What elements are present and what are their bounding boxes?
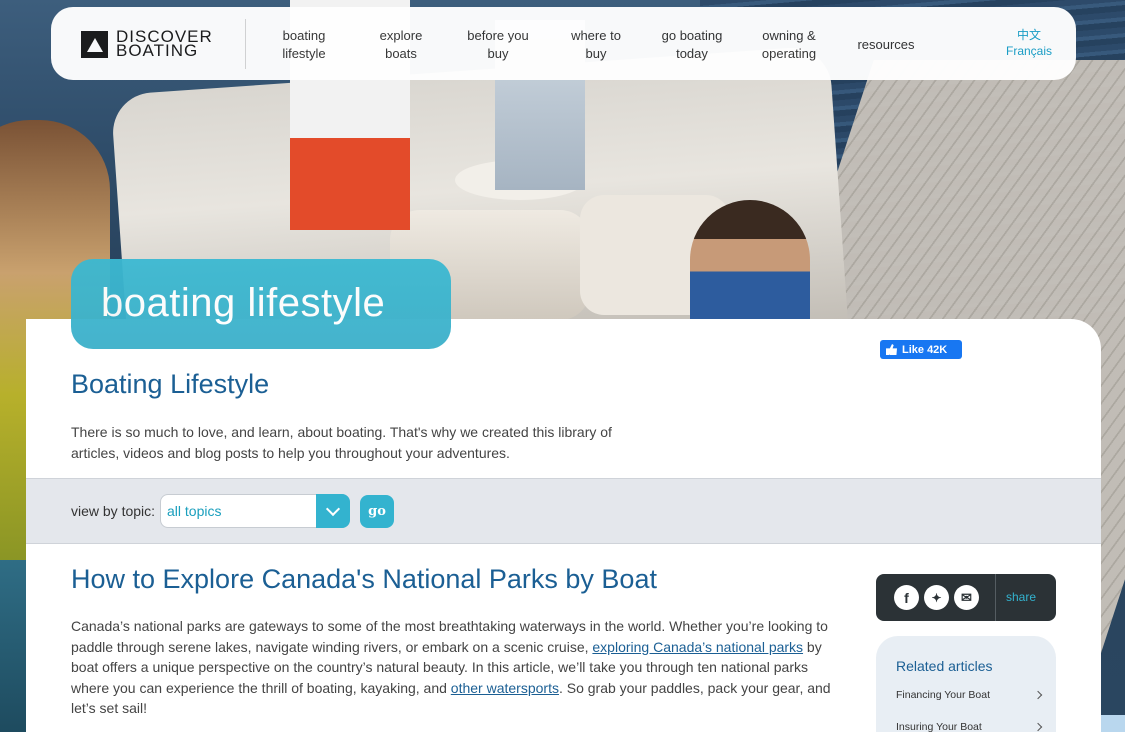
lang-chinese-link[interactable]: 中文 bbox=[1006, 27, 1052, 43]
share-box: f ✦ ✉ share bbox=[876, 574, 1056, 621]
facebook-icon[interactable]: f bbox=[894, 585, 919, 610]
topic-filter-label: view by topic: bbox=[71, 503, 156, 519]
related-article-label: Insuring Your Boat bbox=[896, 721, 982, 732]
related-articles-panel: Related articles Financing Your Boat Ins… bbox=[876, 636, 1056, 732]
nav-item-where-to-buy[interactable]: where to buy bbox=[561, 27, 631, 63]
page-title: Boating Lifestyle bbox=[71, 369, 270, 399]
chevron-right-icon bbox=[1033, 722, 1043, 732]
nav-item-before-you-buy[interactable]: before you buy bbox=[459, 27, 537, 63]
article-body: Canada’s national parks are gateways to … bbox=[71, 616, 831, 719]
related-articles-heading: Related articles bbox=[896, 658, 993, 674]
article-link-other-watersports[interactable]: other watersports bbox=[451, 680, 559, 696]
section-badge-text: boating lifestyle bbox=[101, 281, 386, 325]
twitter-icon[interactable]: ✦ bbox=[924, 585, 949, 610]
go-button[interactable]: go bbox=[360, 495, 394, 528]
related-article-item[interactable]: Financing Your Boat bbox=[896, 689, 1043, 701]
email-icon[interactable]: ✉ bbox=[954, 585, 979, 610]
nav-item-boating-lifestyle[interactable]: boating lifestyle bbox=[271, 27, 337, 63]
lang-french-link[interactable]: Français bbox=[1006, 43, 1052, 59]
main-navigation: DISCOVER BOATING boating lifestyle explor… bbox=[51, 7, 1076, 80]
related-article-label: Financing Your Boat bbox=[896, 689, 990, 701]
nav-divider bbox=[245, 19, 246, 69]
logo-line-2: BOATING bbox=[116, 41, 199, 60]
facebook-like-button[interactable]: Like 42K bbox=[880, 340, 962, 359]
chevron-right-icon bbox=[1033, 690, 1043, 700]
chevron-down-icon bbox=[325, 501, 341, 516]
topic-select-dropdown[interactable] bbox=[316, 494, 350, 528]
article-link-national-parks[interactable]: exploring Canada’s national parks bbox=[592, 639, 803, 655]
site-logo[interactable]: DISCOVER BOATING bbox=[81, 28, 213, 60]
share-label[interactable]: share bbox=[1006, 590, 1036, 604]
thumbs-up-icon bbox=[886, 344, 897, 355]
page-intro: There is so much to love, and learn, abo… bbox=[71, 424, 612, 461]
nav-item-resources[interactable]: resources bbox=[849, 36, 923, 54]
logo-text: DISCOVER BOATING bbox=[116, 28, 213, 60]
nav-item-go-boating-today[interactable]: go boating today bbox=[653, 27, 731, 63]
hero-edge bbox=[0, 560, 26, 732]
nav-item-owning-operating[interactable]: owning & operating bbox=[753, 27, 825, 63]
logo-mark-icon bbox=[81, 30, 108, 58]
nav-item-explore-boats[interactable]: explore boats bbox=[369, 27, 433, 63]
hero-person bbox=[690, 200, 810, 330]
related-article-item[interactable]: Insuring Your Boat bbox=[896, 721, 1043, 732]
topic-filter-bar: view by topic: all topics go bbox=[26, 478, 1101, 544]
facebook-like-label: Like 42K bbox=[902, 343, 948, 356]
share-divider bbox=[995, 574, 996, 621]
section-badge: boating lifestyle bbox=[71, 259, 451, 349]
article-title: How to Explore Canada's National Parks b… bbox=[71, 564, 657, 594]
language-switcher: 中文 Français bbox=[1006, 27, 1052, 59]
page-edge-strip bbox=[1101, 715, 1125, 732]
